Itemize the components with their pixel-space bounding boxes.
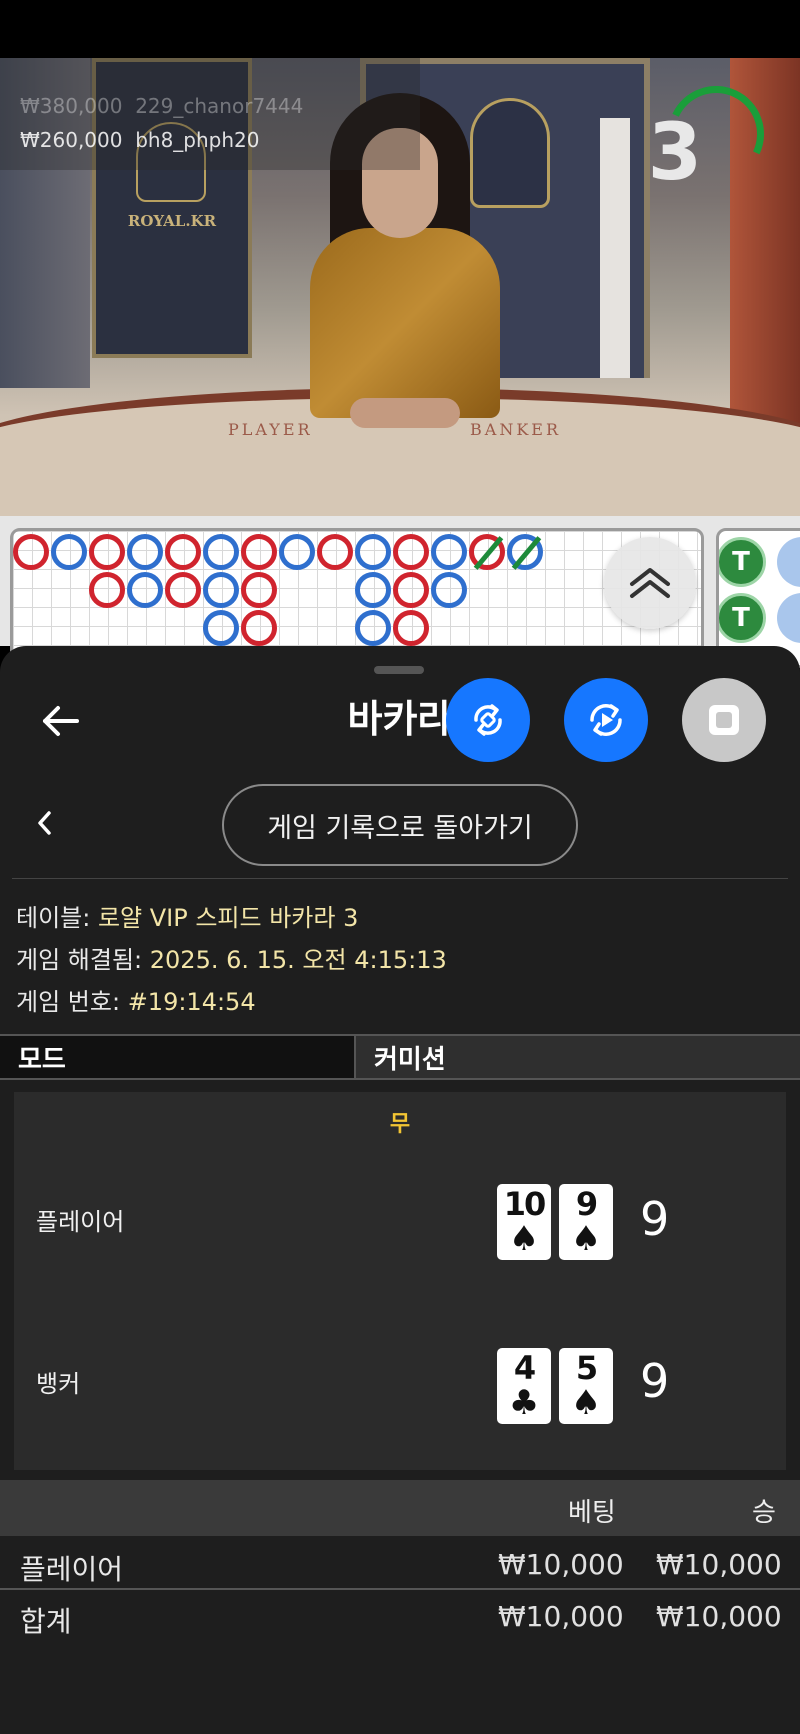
recent-bet: ₩260,000 bh8_phph20: [20, 128, 260, 152]
banker-bead: [317, 534, 353, 570]
chevron-left-icon: [38, 811, 51, 835]
resolved-info: 게임 해결됨: 2025. 6. 15. 오전 4:15:13: [16, 940, 447, 975]
page-title: 바카라: [347, 697, 453, 741]
mode-tabs: 모드 커미션: [0, 1034, 800, 1080]
game-number-value: #19:14:54: [127, 988, 256, 1016]
player-bead: [279, 534, 315, 570]
brand-text: ROYAL.KR: [127, 212, 217, 230]
dealer-hands: [350, 398, 460, 428]
road-ball: [777, 593, 800, 643]
player-bead: [203, 534, 239, 570]
banker-score: 9: [640, 1354, 670, 1408]
table-row: 플레이어 ₩10,000 ₩10,000: [0, 1540, 800, 1590]
table-value: 로얄 VIP 스피드 바카라 3: [97, 904, 359, 932]
dealer-body: [310, 228, 500, 418]
result-panel: 무 플레이어 10 ♠ 9 ♠ 9 뱅커 4 ♣ 5 ♠ 9: [14, 1092, 786, 1470]
felt-player-text: PLAYER: [228, 420, 313, 439]
win-amount: ₩10,000: [656, 1548, 782, 1581]
playing-card: 5 ♠: [559, 1348, 613, 1424]
playing-card: 9 ♠: [559, 1184, 613, 1260]
player-bead: [431, 534, 467, 570]
banker-bead: [393, 610, 429, 646]
rotate-view-button[interactable]: [446, 678, 530, 762]
playing-card: 4 ♣: [497, 1348, 551, 1424]
rotate-icon: [474, 704, 502, 736]
total-label: 합계: [20, 1605, 72, 1638]
tab-commission[interactable]: 커미션: [356, 1036, 800, 1078]
back-to-history-button[interactable]: 게임 기록으로 돌아가기: [222, 784, 578, 866]
player-label: 플레이어: [36, 1208, 125, 1236]
resolved-value: 2025. 6. 15. 오전 4:15:13: [149, 946, 447, 974]
table-label: 테이블:: [16, 904, 91, 932]
banker-bead: [89, 572, 125, 608]
result-label: 무: [389, 1112, 411, 1137]
previous-button[interactable]: [30, 808, 60, 838]
player-bead: [203, 610, 239, 646]
total-bet: ₩10,000: [498, 1600, 624, 1633]
pillar: [600, 118, 630, 378]
tie-ball: T: [719, 537, 766, 587]
game-history-sheet: 바카라 게임 기록으로 돌아가기 테이블: 로얄 VIP 스피드 바카라 3 게…: [0, 646, 800, 1734]
playing-card: 10 ♠: [497, 1184, 551, 1260]
win-column-header: 승: [752, 1498, 776, 1528]
replay-icon: [590, 704, 622, 736]
bet-name: 플레이어: [20, 1553, 124, 1586]
expand-road-button[interactable]: [604, 537, 696, 629]
banker-bead: [241, 534, 277, 570]
banker-bead: [393, 572, 429, 608]
stop-icon: [709, 705, 739, 735]
road-ball: [777, 537, 800, 587]
bet-amount: ₩10,000: [498, 1548, 624, 1581]
tab-mode[interactable]: 모드: [0, 1036, 356, 1078]
banker-label: 뱅커: [36, 1370, 81, 1398]
banker-bead: [165, 572, 201, 608]
table-info: 테이블: 로얄 VIP 스피드 바카라 3: [16, 898, 358, 933]
banker-bead: [241, 572, 277, 608]
player-bead: [355, 572, 391, 608]
player-tie-bead: [507, 534, 543, 570]
crest-icon: [470, 98, 550, 208]
player-score: 9: [640, 1192, 670, 1246]
sheet-grabber[interactable]: [374, 666, 424, 674]
felt-banker-text: BANKER: [470, 420, 561, 439]
replay-video-button[interactable]: [564, 678, 648, 762]
banker-bead: [393, 534, 429, 570]
bet-column-header: 베팅: [568, 1498, 616, 1528]
banker-tie-bead: [469, 534, 505, 570]
game-number-label: 게임 번호:: [16, 988, 121, 1016]
player-bead: [431, 572, 467, 608]
banker-bead: [241, 610, 277, 646]
recent-bet: ₩380,000 229_chanor7444: [20, 94, 304, 118]
tie-ball: T: [719, 593, 766, 643]
banker-bead: [165, 534, 201, 570]
player-bead: [355, 610, 391, 646]
resolved-label: 게임 해결됨:: [16, 946, 143, 974]
player-bead: [127, 534, 163, 570]
player-bead: [51, 534, 87, 570]
table-row-total: 합계 ₩10,000 ₩10,000: [0, 1592, 800, 1642]
banker-bead: [13, 534, 49, 570]
player-bead: [355, 534, 391, 570]
bets-table-header: 베팅 승: [0, 1480, 800, 1536]
total-win: ₩10,000: [656, 1600, 782, 1633]
countdown-timer: 3: [647, 108, 702, 198]
player-bead: [127, 572, 163, 608]
player-bead: [203, 572, 239, 608]
banker-bead: [89, 534, 125, 570]
double-chevron-up-icon: [630, 568, 670, 598]
stop-button[interactable]: [682, 678, 766, 762]
divider: [12, 878, 788, 879]
game-number-info: 게임 번호: #19:14:54: [16, 982, 256, 1017]
